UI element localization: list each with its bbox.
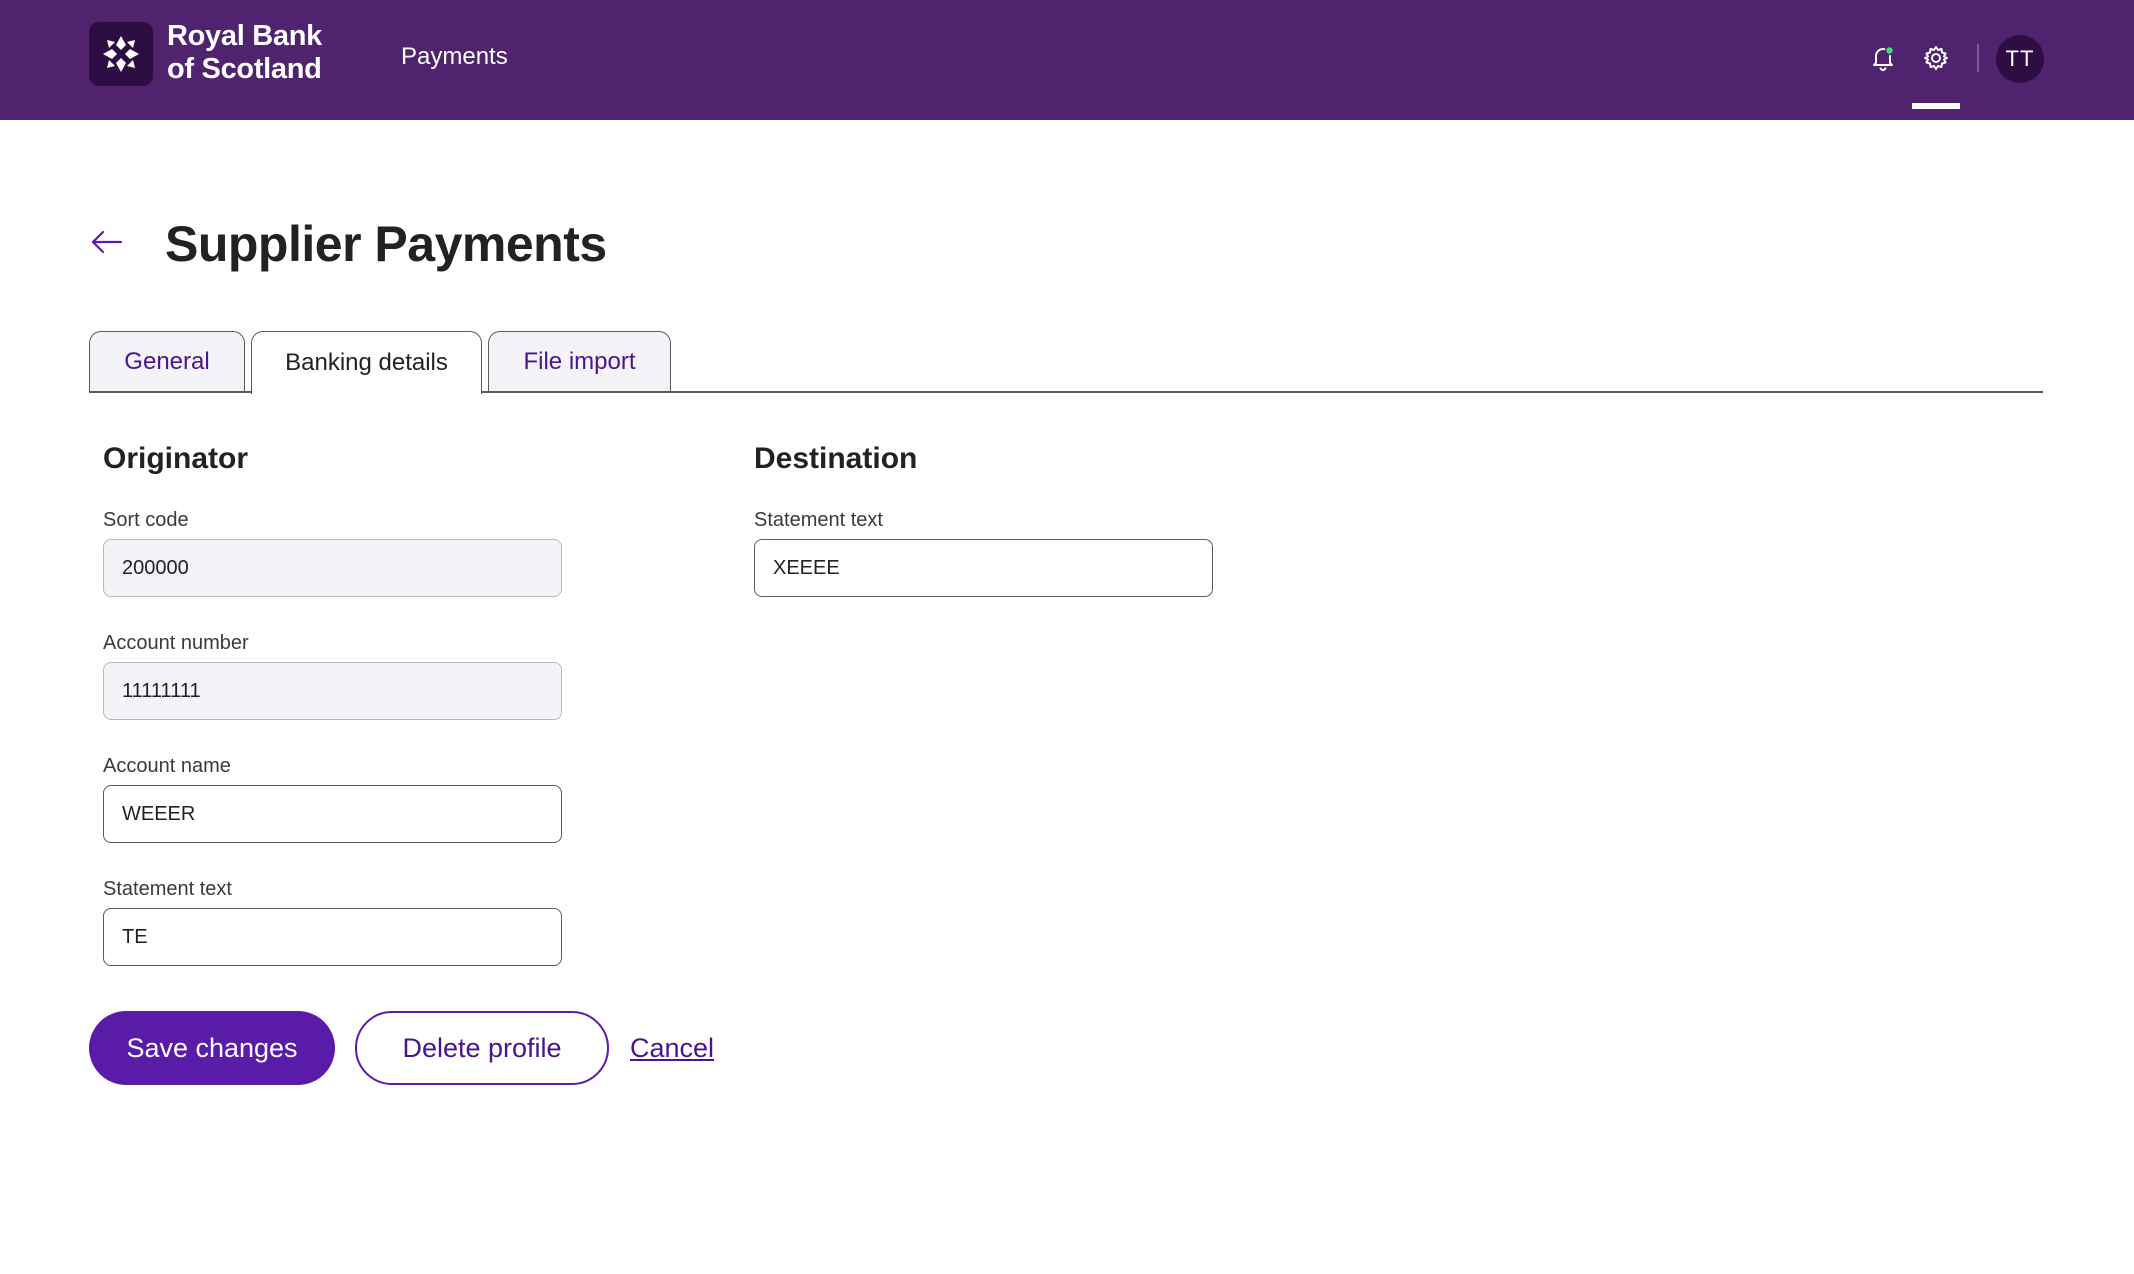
header-divider [1977,44,1979,72]
destination-statement-text-input[interactable] [754,539,1213,597]
cancel-link[interactable]: Cancel [630,1031,714,1065]
save-changes-button[interactable]: Save changes [89,1011,335,1085]
sort-code-input[interactable] [103,539,562,597]
bell-icon[interactable] [1867,42,1899,74]
user-avatar[interactable]: TT [1996,35,2044,83]
tab-file-import[interactable]: File import [488,331,671,392]
delete-profile-button[interactable]: Delete profile [355,1011,609,1085]
brand-name[interactable]: Royal Bank of Scotland [167,20,322,86]
destination-statement-text-label: Statement text [754,509,883,531]
tab-general[interactable]: General [89,331,245,392]
top-header: Royal Bank of Scotland Payments TT [0,0,2134,120]
rbs-logo-icon[interactable] [89,22,153,86]
brand-line-2: of Scotland [167,53,322,85]
originator-title: Originator [103,442,249,475]
sort-code-label: Sort code [103,509,189,531]
account-number-input[interactable] [103,662,562,720]
account-name-input[interactable] [103,785,562,843]
settings-active-indicator [1912,103,1960,109]
page-title: Supplier Payments [165,216,607,272]
account-name-label: Account name [103,755,231,777]
account-number-label: Account number [103,632,249,654]
originator-statement-text-label: Statement text [103,878,232,900]
tab-banking-details[interactable]: Banking details [251,331,482,394]
brand-line-1: Royal Bank [167,20,322,52]
destination-title: Destination [754,442,918,475]
nav-payments[interactable]: Payments [401,42,508,72]
gear-icon[interactable] [1920,42,1952,74]
back-arrow-icon[interactable] [89,226,125,258]
originator-statement-text-input[interactable] [103,908,562,966]
